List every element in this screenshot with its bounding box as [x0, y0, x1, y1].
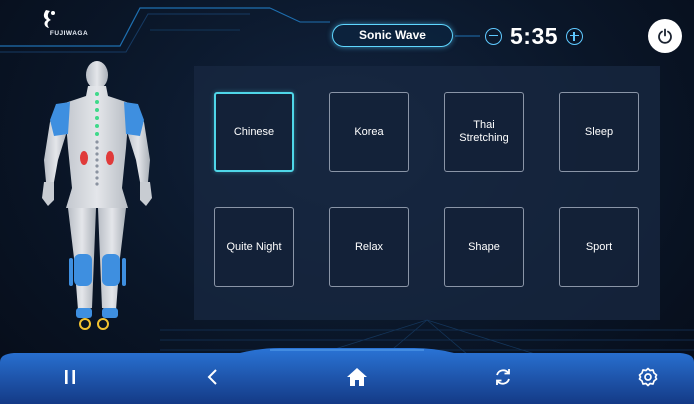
bottom-nav	[0, 348, 694, 404]
timer-control: 5:35	[485, 20, 584, 52]
mode-quite-night[interactable]: Quite Night	[214, 207, 294, 287]
refresh-icon	[496, 369, 510, 385]
mode-panel: Chinese Korea Thai Stretching Sleep Quit…	[194, 66, 660, 320]
back-chevron-icon	[207, 369, 217, 385]
logo-text: FUJIWAGA	[49, 30, 89, 37]
increase-time-button[interactable]	[566, 27, 584, 45]
pause-button[interactable]	[55, 362, 85, 392]
mode-label-text: Korea	[354, 125, 384, 138]
mode-sleep[interactable]: Sleep	[559, 92, 639, 172]
timer-value: 5:35	[510, 22, 559, 49]
mode-korea[interactable]: Korea	[329, 92, 409, 172]
human-body-icon	[42, 61, 152, 330]
mode-label-text: Sleep	[584, 125, 614, 138]
decrease-time-button[interactable]	[485, 27, 502, 45]
settings-button[interactable]	[633, 362, 663, 392]
home-icon	[347, 368, 367, 386]
mode-thai-stretching[interactable]: Thai Stretching	[444, 92, 524, 172]
logo-mark-icon	[43, 10, 55, 28]
power-button[interactable]	[648, 19, 682, 53]
settings-icon	[638, 367, 658, 387]
mode-chinese[interactable]: Chinese	[214, 92, 294, 172]
power-icon	[658, 28, 672, 44]
refresh-button[interactable]	[488, 362, 518, 392]
mode-label: Sonic Wave	[332, 24, 453, 47]
home-button[interactable]	[342, 362, 372, 392]
mode-relax[interactable]: Relax	[329, 207, 409, 287]
mode-label-text: Thai Stretching	[459, 119, 509, 144]
mode-grid: Chinese Korea Thai Stretching Sleep Quit…	[214, 92, 640, 288]
pause-icon	[65, 370, 75, 384]
minus-circle-icon	[489, 34, 498, 37]
mode-label-text: Quite Night	[226, 240, 282, 253]
mode-label-text: Chinese	[233, 125, 275, 138]
mode-sport[interactable]: Sport	[559, 207, 639, 287]
plus-vertical-bar	[573, 31, 575, 41]
back-button[interactable]	[198, 362, 228, 392]
mode-shape[interactable]: Shape	[444, 207, 524, 287]
mode-label-text: Relax	[354, 240, 384, 253]
brand-logo: FUJIWAGA	[34, 8, 104, 48]
mode-label-text: Sport	[585, 240, 613, 253]
mode-label-text: Shape	[468, 240, 500, 253]
massage-chair-screen: FUJIWAGA Sonic Wave 5:35 Chinese Korea T…	[0, 0, 694, 404]
